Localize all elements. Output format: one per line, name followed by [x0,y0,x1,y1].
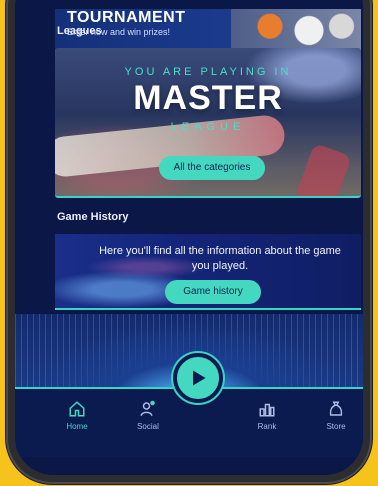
nav-social[interactable]: Social [122,399,174,431]
history-card: Here you'll find all the information abo… [55,234,361,310]
phone-frame: TOURNAMENT Enter now and win prizes! Lea… [6,0,372,484]
player-shoe-image [293,142,353,196]
nav-social-label: Social [137,422,159,431]
league-banner-main: MASTER [133,79,283,117]
nav-store[interactable]: Store [310,399,362,431]
history-section-label: Game History [57,211,129,223]
tournament-players-image [231,9,361,50]
app-screen: TOURNAMENT Enter now and win prizes! Lea… [15,0,363,475]
all-categories-button[interactable]: All the categories [159,156,265,180]
rank-icon [241,399,293,419]
league-card: YOU ARE PLAYING IN MASTER LEAGUE All the… [55,48,361,198]
store-icon [310,399,362,419]
league-banner-bottom: LEAGUE [170,121,246,133]
league-banner-top: YOU ARE PLAYING IN [124,66,292,78]
nav-store-label: Store [326,422,346,431]
game-history-button[interactable]: Game history [165,280,261,304]
play-button[interactable] [173,353,223,403]
nav-home-label: Home [66,422,88,431]
social-icon [122,399,174,419]
history-info-text: Here you'll find all the information abo… [99,245,341,272]
leagues-section-label: Leagues [57,25,102,37]
nav-rank-label: Rank [257,422,277,431]
nav-rank[interactable]: Rank [241,399,293,431]
nav-home[interactable]: Home [51,399,103,431]
play-icon [193,370,206,386]
home-icon [51,399,103,419]
